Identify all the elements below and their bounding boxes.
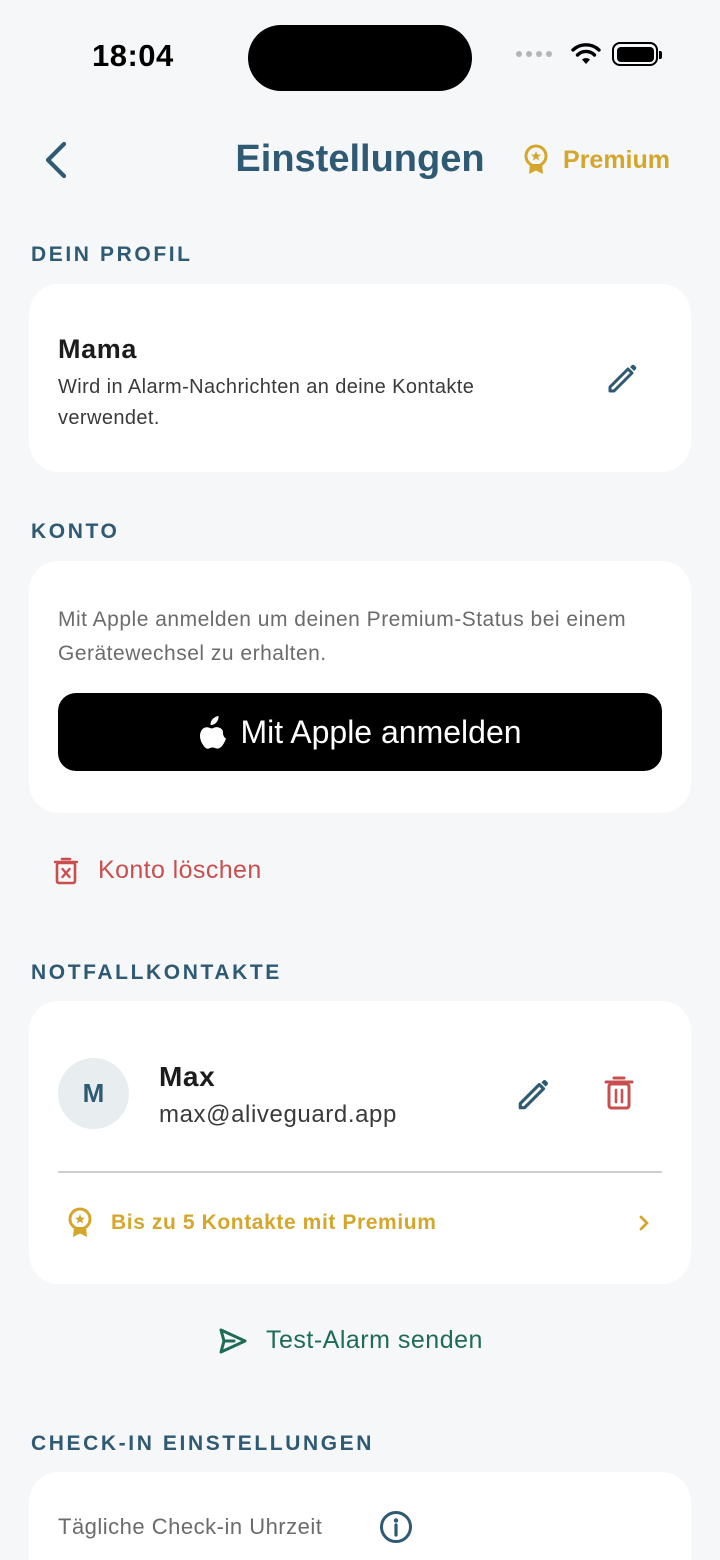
- info-icon: [380, 1511, 412, 1543]
- trash-icon: [604, 1076, 634, 1110]
- sign-in-with-apple-button[interactable]: Mit Apple anmelden: [58, 693, 662, 771]
- divider: [58, 1171, 662, 1173]
- checkin-section-title: CHECK-IN EINSTELLUNGEN: [31, 1432, 375, 1455]
- contact-avatar: M: [58, 1058, 129, 1129]
- sign-in-with-apple-label: Mit Apple anmelden: [240, 713, 522, 750]
- chevron-right-icon: [639, 1215, 649, 1231]
- battery-icon: [612, 42, 662, 66]
- premium-upsell-label: Bis zu 5 Kontakte mit Premium: [111, 1211, 437, 1234]
- contact-email: max@aliveguard.app: [159, 1101, 397, 1128]
- checkin-card: Tägliche Check-in Uhrzeit: [29, 1472, 691, 1560]
- pencil-icon: [518, 1079, 549, 1110]
- cellular-signal-icon: [516, 51, 552, 57]
- contacts-section-title: NOTFALLKONTAKTE: [31, 961, 282, 984]
- delete-contact-button[interactable]: [604, 1075, 634, 1116]
- delete-account-button[interactable]: Konto löschen: [54, 856, 262, 885]
- apple-logo-icon: [200, 716, 227, 749]
- profile-card: Mama Wird in Alarm-Nachrichten an deine …: [29, 284, 691, 472]
- wifi-icon: [571, 43, 601, 64]
- info-button[interactable]: [379, 1510, 413, 1549]
- award-icon: [524, 144, 548, 174]
- account-card: Mit Apple anmelden um deinen Premium-Sta…: [29, 561, 691, 813]
- edit-profile-button[interactable]: [605, 360, 641, 401]
- profile-section-title: DEIN PROFIL: [31, 243, 193, 266]
- account-section-title: KONTO: [31, 520, 120, 543]
- status-time: 18:04: [92, 38, 174, 73]
- profile-description: Wird in Alarm-Nachrichten an deine Konta…: [58, 376, 475, 429]
- trash-icon: [54, 857, 78, 884]
- account-description: Mit Apple anmelden um deinen Premium-Sta…: [58, 608, 627, 665]
- send-test-alarm-button[interactable]: Test-Alarm senden: [218, 1326, 483, 1355]
- edit-contact-button[interactable]: [515, 1075, 553, 1118]
- delete-account-label: Konto löschen: [98, 856, 262, 884]
- contacts-card: M Max max@aliveguard.app Bis zu 5 Kontak…: [29, 1001, 691, 1284]
- premium-label: Premium: [563, 145, 670, 174]
- test-alarm-label: Test-Alarm senden: [266, 1326, 483, 1354]
- premium-button[interactable]: Premium: [523, 144, 670, 176]
- premium-contacts-upsell[interactable]: Bis zu 5 Kontakte mit Premium: [67, 1207, 651, 1239]
- status-indicators: [516, 42, 662, 66]
- award-icon: [68, 1207, 92, 1237]
- daily-checkin-time-label: Tägliche Check-in Uhrzeit: [58, 1514, 323, 1539]
- pencil-icon: [608, 364, 637, 393]
- send-icon: [219, 1328, 247, 1353]
- dynamic-island: [248, 25, 472, 91]
- contact-name: Max: [159, 1061, 216, 1092]
- profile-name: Mama: [58, 334, 137, 364]
